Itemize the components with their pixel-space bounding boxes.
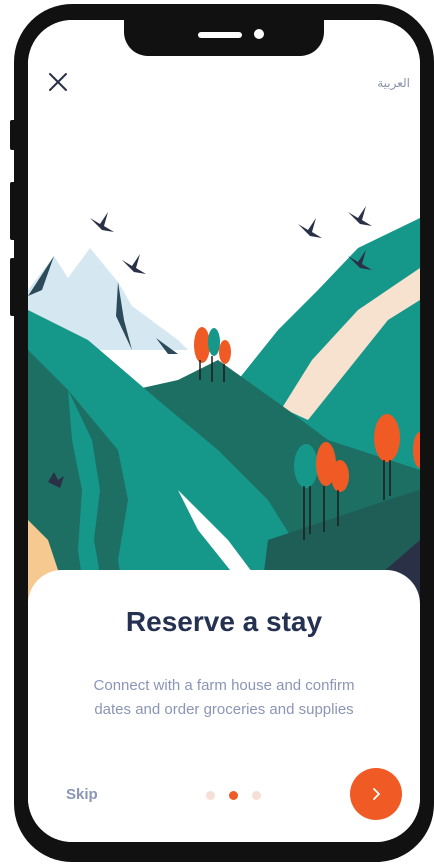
onboarding-title: Reserve a stay [125,606,323,637]
phone-screen: العربية Reserve a stay Connect with a fa… [28,20,420,842]
volume-down-button [10,258,16,316]
camera [254,29,264,39]
page-dot-1[interactable] [206,791,215,800]
page-dot-3[interactable] [252,791,261,800]
volume-up-button [10,182,16,240]
language-toggle[interactable]: العربية [377,76,410,90]
wifi-icon [361,35,371,43]
onboarding-card: Reserve a stay Connect with a farm house… [28,570,420,842]
description-line-2: dates and order groceries and supplies [94,701,354,718]
onboarding-description: Connect with a farm house and confirm da… [64,674,384,722]
page-dot-2-active[interactable] [229,791,238,800]
close-button[interactable] [44,68,72,96]
speaker [198,32,242,38]
landscape-illustration [28,20,420,620]
notch [124,20,324,56]
status-bar [360,34,398,44]
close-icon [49,73,67,91]
mute-switch [10,120,16,150]
description-line-1: Connect with a farm house and confirm [93,677,355,694]
battery-icon [378,34,398,44]
chevron-right-icon [373,788,380,800]
skip-button[interactable]: Skip [66,786,98,803]
page-indicator [206,791,261,800]
next-button[interactable] [350,768,402,820]
